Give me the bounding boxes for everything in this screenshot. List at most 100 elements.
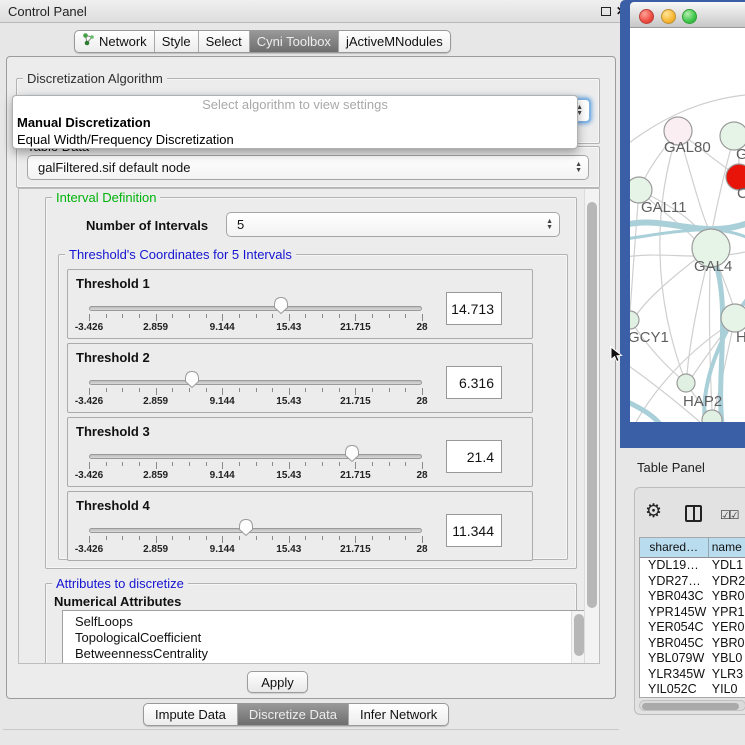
threshold-value-field[interactable]: 11.344 xyxy=(446,514,502,547)
minimize-traffic-light-icon[interactable] xyxy=(661,9,676,24)
slider-tick xyxy=(156,536,157,543)
network-node-label: GAL4 xyxy=(694,258,732,275)
table-row[interactable]: YBR045CYBR0 xyxy=(640,636,745,652)
slider-tick xyxy=(122,462,123,466)
apply-button[interactable]: Apply xyxy=(247,671,308,693)
gear-icon[interactable]: ⚙ xyxy=(645,500,662,523)
slider-tick xyxy=(389,314,390,318)
network-canvas[interactable]: GAL80GCGAL11GAL4GCY1HHAP2 xyxy=(630,28,745,422)
slider-tick-label: 9.144 xyxy=(210,396,235,407)
table-row[interactable]: YDL19…YDL1 xyxy=(640,558,745,574)
algorithm-option[interactable]: Manual Discretization xyxy=(13,114,577,131)
float-window-icon[interactable] xyxy=(601,7,611,16)
slider-tick xyxy=(222,462,223,469)
cyni-mode-tab-bar: Impute DataDiscretize DataInfer Network xyxy=(143,703,449,726)
threshold-slider-track[interactable] xyxy=(89,528,422,533)
slider-tick xyxy=(206,388,207,392)
panel-bottom-divider xyxy=(3,729,619,730)
threshold-slider-track[interactable] xyxy=(89,306,422,311)
threshold-slider-knob[interactable] xyxy=(184,370,200,389)
settings-scrollbar-thumb[interactable] xyxy=(587,202,597,608)
threshold-value-field[interactable]: 21.4 xyxy=(446,440,502,473)
tab-impute-data[interactable]: Impute Data xyxy=(144,704,238,725)
network-edge-thick[interactable] xyxy=(630,223,745,230)
split-columns-icon[interactable] xyxy=(685,505,702,522)
attributes-list-scrollbar-thumb[interactable] xyxy=(574,614,584,656)
table-cell: YDL1 xyxy=(709,558,745,574)
attributes-list-scrollbar[interactable] xyxy=(571,611,585,664)
table-row[interactable]: YBL079WYBL0 xyxy=(640,651,745,667)
table-row[interactable]: YLR345WYLR3 xyxy=(640,667,745,683)
select-columns-icon[interactable]: ☑☑ xyxy=(720,508,738,522)
tab-jactivemnodules[interactable]: jActiveMNodules xyxy=(339,31,450,52)
table-horizontal-scrollbar[interactable] xyxy=(639,700,745,711)
attribute-list-item[interactable]: TopologicalCoefficient xyxy=(63,630,585,646)
threshold-panel: Threshold 1 14.713 -3.4262.8599.14415.43… xyxy=(67,269,533,339)
table-data-group: Table Data galFiltered.sif default node … xyxy=(16,146,600,188)
threshold-value-field[interactable]: 6.316 xyxy=(446,366,502,399)
slider-tick-label: 21.715 xyxy=(340,322,371,333)
slider-tick xyxy=(322,536,323,540)
slider-tick xyxy=(372,462,373,466)
tab-cyni-toolbox[interactable]: Cyni Toolbox xyxy=(250,31,339,52)
table-column-header[interactable]: shared… xyxy=(640,538,709,558)
table-row[interactable]: YIL052CYIL0 xyxy=(640,682,745,698)
algorithm-option[interactable]: Equal Width/Frequency Discretization xyxy=(13,131,577,148)
algorithm-popup-prompt: Select algorithm to view settings xyxy=(13,96,577,114)
slider-tick xyxy=(355,388,356,395)
slider-tick xyxy=(339,536,340,540)
table-row[interactable]: YER054CYER0 xyxy=(640,620,745,636)
slider-tick-label: 28 xyxy=(416,470,427,481)
settings-scrollbar[interactable] xyxy=(584,189,599,663)
numerical-attributes-list[interactable]: SelfLoopsTopologicalCoefficientBetweenne… xyxy=(62,610,586,664)
tab-style[interactable]: Style xyxy=(155,31,199,52)
slider-tick xyxy=(339,314,340,318)
table-column-header[interactable]: name xyxy=(709,538,745,558)
threshold-slider-knob[interactable] xyxy=(273,296,289,315)
tab-discretize-data[interactable]: Discretize Data xyxy=(238,704,349,725)
slider-tick xyxy=(106,314,107,318)
threshold-slider-knob[interactable] xyxy=(344,444,360,463)
slider-tick-label: 2.859 xyxy=(143,322,168,333)
network-edge[interactable] xyxy=(630,190,639,312)
table-row[interactable]: YBR043CYBR0 xyxy=(640,589,745,605)
threshold-slider-track[interactable] xyxy=(89,454,422,459)
close-traffic-light-icon[interactable] xyxy=(639,9,654,24)
table-cell: YDR27… xyxy=(640,574,709,590)
discretization-algorithm-group-title: Discretization Algorithm xyxy=(23,71,167,86)
number-of-intervals-combobox[interactable]: 5 ▲▼ xyxy=(226,212,560,237)
table-cell: YER054C xyxy=(640,620,709,636)
slider-tick xyxy=(422,388,423,395)
table-cell: YBR0 xyxy=(709,636,745,652)
network-window-titlebar[interactable] xyxy=(630,2,745,28)
node-attribute-table[interactable]: shared…name YDL19…YDL1YDR27…YDR2YBR043CY… xyxy=(639,537,745,698)
attribute-list-item[interactable]: SelfLoops xyxy=(63,614,585,630)
slider-tick-label: 9.144 xyxy=(210,470,235,481)
zoom-traffic-light-icon[interactable] xyxy=(682,9,697,24)
slider-tick xyxy=(139,314,140,318)
slider-tick xyxy=(106,536,107,540)
slider-tick xyxy=(189,462,190,466)
slider-tick xyxy=(89,388,90,395)
slider-tick xyxy=(89,314,90,321)
slider-tick xyxy=(106,462,107,466)
threshold-slider-track[interactable] xyxy=(89,380,422,385)
attribute-list-item[interactable]: BetweennessCentrality xyxy=(63,646,585,662)
tab-select[interactable]: Select xyxy=(199,31,250,52)
slider-tick xyxy=(156,314,157,321)
network-edge-thick[interactable] xyxy=(630,398,660,422)
threshold-slider-knob[interactable] xyxy=(238,518,254,537)
table-horizontal-scrollbar-thumb[interactable] xyxy=(642,703,739,710)
table-data-combobox[interactable]: galFiltered.sif default node ▲▼ xyxy=(27,155,589,180)
tab-network[interactable]: Network xyxy=(75,31,155,52)
network-node[interactable] xyxy=(677,374,695,392)
tab-infer-network[interactable]: Infer Network xyxy=(349,704,448,725)
slider-tick-label: 21.715 xyxy=(340,544,371,555)
table-cell: YBR043C xyxy=(640,589,709,605)
network-node[interactable] xyxy=(721,304,745,332)
table-row[interactable]: YPR145WYPR1 xyxy=(640,605,745,621)
table-cell: YPR145W xyxy=(640,605,709,621)
threshold-value-field[interactable]: 14.713 xyxy=(446,292,502,325)
table-row[interactable]: YDR27…YDR2 xyxy=(640,574,745,590)
slider-tick xyxy=(106,388,107,392)
